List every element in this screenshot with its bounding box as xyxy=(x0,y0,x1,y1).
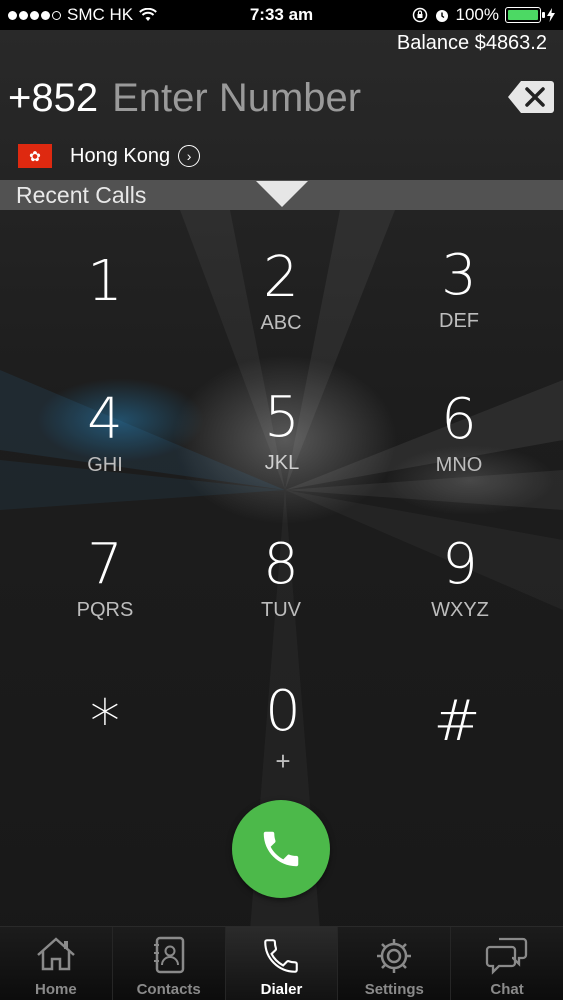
key-letters: MNO xyxy=(435,454,483,476)
key-4[interactable]: 4 GHI xyxy=(30,388,180,508)
phone-icon xyxy=(263,831,299,867)
key-5[interactable]: 5 JKL xyxy=(207,386,357,506)
key-digit: 1 xyxy=(87,249,123,314)
key-digit: 9 xyxy=(442,532,478,597)
dropdown-arrow-icon[interactable] xyxy=(256,181,308,207)
key-7[interactable]: 7 PQRS xyxy=(30,533,180,653)
key-letters: TUV xyxy=(261,599,301,621)
country-name[interactable]: Hong Kong xyxy=(70,145,170,168)
home-icon xyxy=(37,937,75,971)
key-6[interactable]: 6 MNO xyxy=(384,388,534,508)
key-digit: 8 xyxy=(263,532,299,597)
country-code[interactable]: +852 xyxy=(8,76,98,121)
tab-contacts[interactable]: Contacts xyxy=(112,927,226,1000)
phone-number-input[interactable]: Enter Number xyxy=(112,76,361,121)
hong-kong-flag-icon: ✿ xyxy=(18,144,52,168)
charging-icon xyxy=(547,8,555,22)
key-letters: GHI xyxy=(87,454,123,476)
battery-icon xyxy=(505,7,545,23)
key-hash[interactable]: # xyxy=(382,690,532,810)
account-balance: Balance $4863.2 xyxy=(396,32,547,54)
key-digit: 7 xyxy=(87,532,123,597)
key-digit: * xyxy=(90,687,120,757)
key-digit: 0 xyxy=(265,679,301,744)
key-digit: 4 xyxy=(87,387,123,452)
tab-dialer[interactable]: Dialer xyxy=(225,927,339,1000)
key-digit: 5 xyxy=(264,385,300,450)
tab-bar: Home Contacts Dialer Settings Chat xyxy=(0,926,563,1000)
call-button[interactable] xyxy=(232,800,330,898)
key-8[interactable]: 8 TUV xyxy=(206,533,356,653)
key-digit: 2 xyxy=(263,245,299,310)
key-digit: 6 xyxy=(441,387,477,452)
tab-home[interactable]: Home xyxy=(0,927,113,1000)
tab-label: Chat xyxy=(490,981,524,998)
key-3[interactable]: 3 DEF xyxy=(384,244,534,364)
tab-settings[interactable]: Settings xyxy=(338,927,452,1000)
key-digit: # xyxy=(433,689,481,754)
phone-icon xyxy=(264,939,299,973)
key-0[interactable]: 0 + xyxy=(208,680,358,800)
tab-chat[interactable]: Chat xyxy=(451,927,563,1000)
backspace-button[interactable] xyxy=(507,80,555,114)
key-2[interactable]: 2 ABC xyxy=(206,246,356,366)
alarm-icon xyxy=(435,10,448,22)
key-letters: JKL xyxy=(264,452,300,474)
tab-label: Contacts xyxy=(136,981,201,998)
recent-calls-label: Recent Calls xyxy=(16,182,147,208)
key-letters: + xyxy=(275,746,291,776)
key-letters: PQRS xyxy=(76,599,134,621)
contacts-icon xyxy=(153,936,184,974)
gear-icon xyxy=(377,939,412,973)
tab-label: Settings xyxy=(364,981,424,998)
key-star[interactable]: * xyxy=(30,690,180,810)
country-selector[interactable]: ✿ Hong Kong › xyxy=(18,144,201,168)
tab-label: Home xyxy=(35,981,77,998)
chevron-right-icon[interactable]: › xyxy=(178,145,201,167)
key-letters: ABC xyxy=(260,312,302,334)
chat-icon xyxy=(485,937,528,975)
key-letters: DEF xyxy=(439,310,479,332)
key-9[interactable]: 9 WXYZ xyxy=(385,533,535,653)
key-digit: 3 xyxy=(441,243,477,308)
number-entry-row[interactable]: +852 Enter Number xyxy=(8,76,361,121)
rotation-lock-icon xyxy=(412,7,427,23)
key-1[interactable]: 1 xyxy=(30,250,180,370)
dialer-screen: SMC HK 7:33 am 100% Balance $4863.2 +852… xyxy=(0,0,563,1000)
status-bar: SMC HK 7:33 am 100% xyxy=(0,0,563,30)
tab-label: Dialer xyxy=(260,981,303,998)
battery-percent: 100% xyxy=(455,5,499,24)
key-letters: WXYZ xyxy=(431,599,489,621)
